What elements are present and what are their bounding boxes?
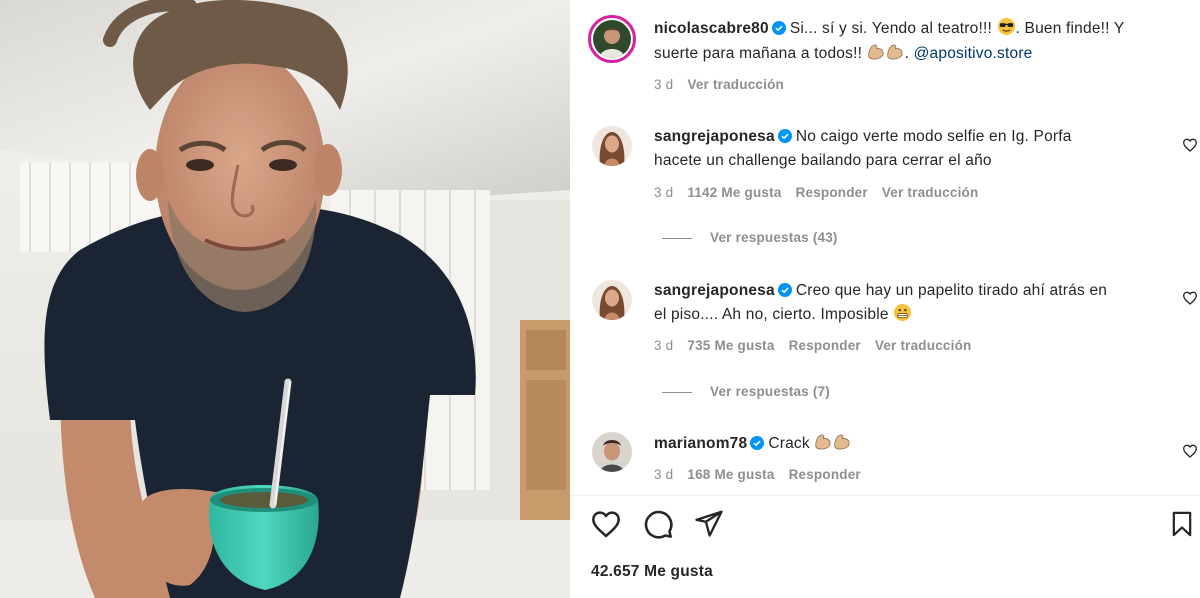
actions-divider <box>570 495 1200 496</box>
avatar-image <box>592 126 632 166</box>
flexed-biceps-emoji-icon <box>867 44 903 60</box>
comment-meta: 3 d 735 Me gusta Responder Ver traducción <box>654 338 985 353</box>
avatar-image <box>592 432 632 472</box>
flexed-biceps-emoji-icon <box>815 434 850 450</box>
post-panel: nicolascabre80 Si... sí y si. Yendo al te… <box>570 0 1200 598</box>
comment-avatar[interactable] <box>592 126 632 166</box>
comment-like-heart-icon[interactable] <box>1182 290 1198 306</box>
view-replies-label: Ver respuestas (7) <box>710 384 830 399</box>
comment-line-1: sangrejaponesa No caigo verte modo selfie… <box>654 125 1072 149</box>
comment-likes[interactable]: 168 Me gusta <box>687 467 774 482</box>
comment-like-heart-icon[interactable] <box>1182 137 1198 153</box>
comment-translate-link[interactable]: Ver traducción <box>882 185 979 200</box>
replies-dash <box>662 237 692 239</box>
comment-reply-button[interactable]: Responder <box>796 185 868 200</box>
caption-text-2: suerte para mañana a todos!! <box>654 45 863 62</box>
comment-username[interactable]: sangrejaponesa <box>654 128 775 145</box>
view-replies-button[interactable]: Ver respuestas (43) <box>662 230 838 245</box>
comment-likes[interactable]: 735 Me gusta <box>687 338 774 353</box>
comment-reply-button[interactable]: Responder <box>789 467 861 482</box>
heart-icon[interactable] <box>590 508 622 540</box>
verified-badge-icon <box>777 129 792 143</box>
comment-text: Crack <box>768 435 810 452</box>
caption-text: Si... sí y si. Yendo al teatro!!! <box>789 20 992 37</box>
comment-likes[interactable]: 1142 Me gusta <box>687 185 781 200</box>
mention-link[interactable]: @apositivo.store <box>914 45 1033 62</box>
caption-line-2: suerte para mañana a todos!! . @apositiv… <box>654 42 1033 66</box>
comment-line-1: sangrejaponesa Creo que hay un papelito t… <box>654 279 1107 303</box>
caption-translate-link[interactable]: Ver traducción <box>687 77 784 92</box>
sunglasses-emoji-icon <box>997 17 1015 36</box>
comment-time: 3 d <box>654 185 674 200</box>
bookmark-icon[interactable] <box>1168 508 1196 540</box>
selfie-image <box>0 0 570 598</box>
view-replies-button[interactable]: Ver respuestas (7) <box>662 384 830 399</box>
comment-username[interactable]: marianom78 <box>654 435 747 452</box>
comment-line-2: hacete un challenge bailando para cerrar… <box>654 149 992 173</box>
verified-badge-icon <box>750 436 765 450</box>
author-avatar[interactable] <box>588 15 636 63</box>
comment-icon[interactable] <box>642 508 674 540</box>
comment-avatar[interactable] <box>592 280 632 320</box>
comment-meta: 3 d 1142 Me gusta Responder Ver traducción <box>654 185 992 200</box>
comment-like-heart-icon[interactable] <box>1182 443 1198 459</box>
comment-text: Creo que hay un papelito tirado ahí atrá… <box>795 282 1108 299</box>
verified-badge-icon <box>771 21 786 35</box>
comment-reply-button[interactable]: Responder <box>789 338 861 353</box>
comment-text: No caigo verte modo selfie en Ig. Porfa <box>795 128 1072 145</box>
comment-translate-link[interactable]: Ver traducción <box>875 338 972 353</box>
replies-dash <box>662 391 692 393</box>
grimacing-emoji-icon <box>894 303 912 322</box>
post-photo <box>0 0 570 598</box>
caption-meta: 3 d Ver traducción <box>654 77 798 92</box>
comment-time: 3 d <box>654 467 674 482</box>
comment-text-2: hacete un challenge bailando para cerrar… <box>654 152 992 169</box>
comment-text-2: el piso.... Ah no, cierto. Imposible <box>654 306 889 323</box>
share-icon[interactable] <box>694 508 724 538</box>
avatar-image <box>592 280 632 320</box>
caption-text-cont: . Buen finde!! Y <box>1015 20 1125 37</box>
view-replies-label: Ver respuestas (43) <box>710 230 838 245</box>
verified-badge-icon <box>777 283 792 297</box>
comment-time: 3 d <box>654 338 674 353</box>
comment-line-1: marianom78 Crack <box>654 432 852 456</box>
comment-username[interactable]: sangrejaponesa <box>654 282 775 299</box>
author-username[interactable]: nicolascabre80 <box>654 20 769 37</box>
post-likes-count[interactable]: 42.657 Me gusta <box>591 563 713 581</box>
caption-time: 3 d <box>654 77 674 92</box>
avatar-image <box>593 20 631 58</box>
comment-avatar[interactable] <box>592 432 632 472</box>
comment-meta: 3 d 168 Me gusta Responder <box>654 467 875 482</box>
comment-line-2: el piso.... Ah no, cierto. Imposible <box>654 303 912 327</box>
caption-line-1: nicolascabre80 Si... sí y si. Yendo al te… <box>654 17 1124 41</box>
